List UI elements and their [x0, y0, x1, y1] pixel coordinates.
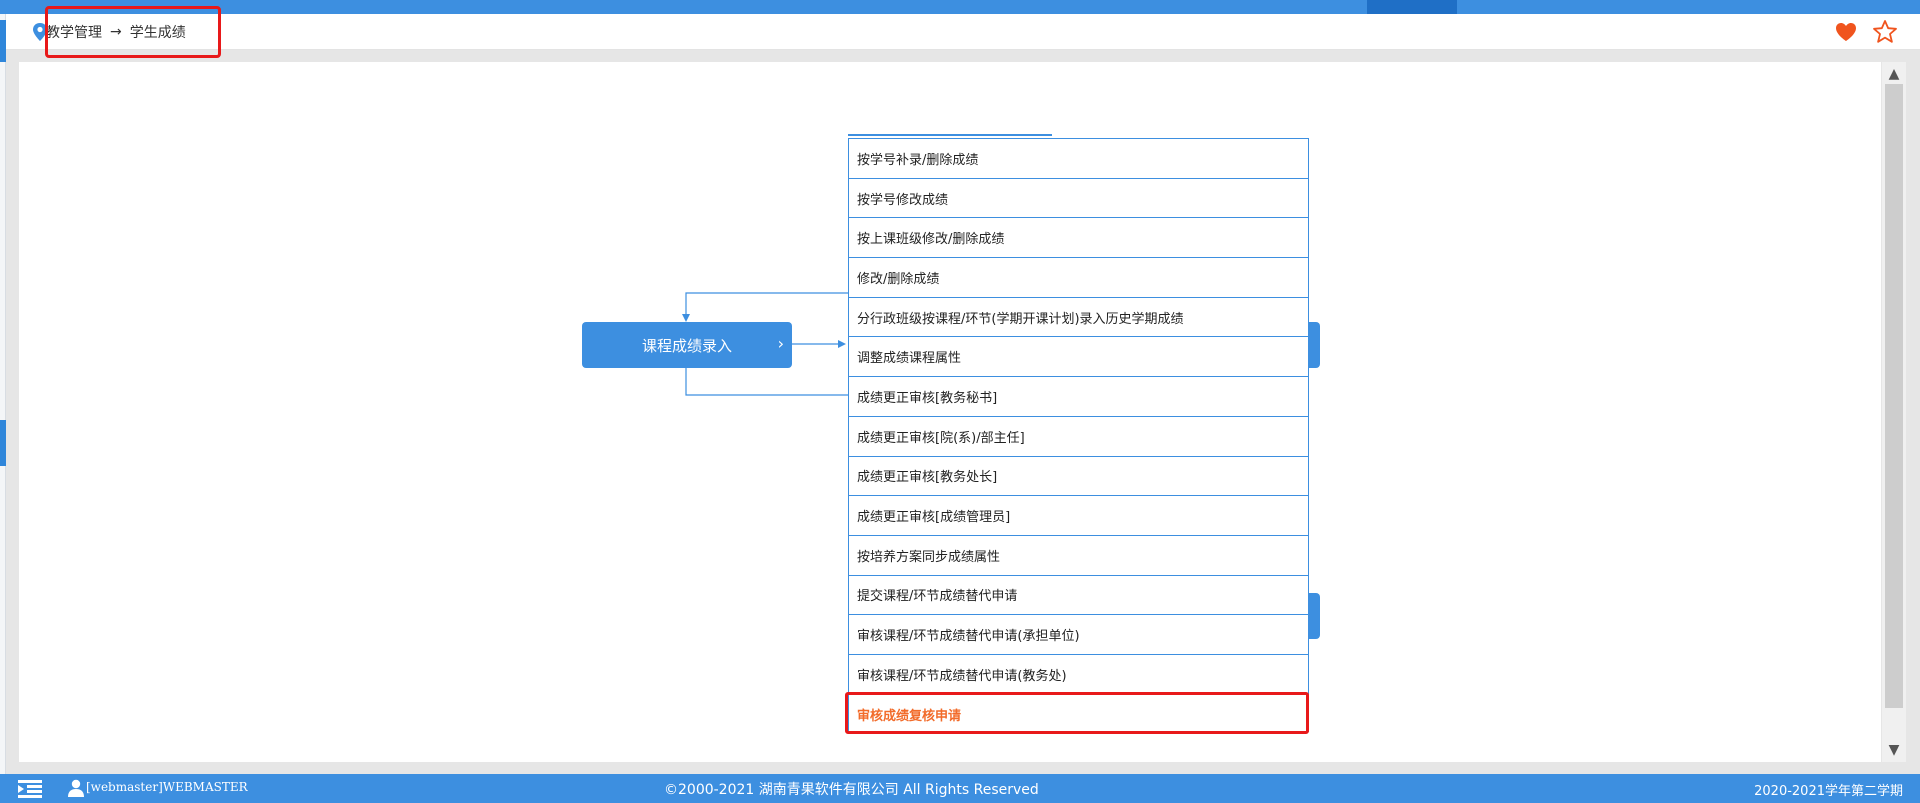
- menu-item[interactable]: 按上课班级修改/删除成绩: [849, 218, 1308, 259]
- menu-item-highlight-box: [845, 692, 1309, 734]
- menu-item[interactable]: 修改/删除成绩: [849, 258, 1308, 298]
- menu-item[interactable]: 成绩更正审核[院(系)/部主任]: [849, 417, 1308, 457]
- footer-username: [webmaster]WEBMASTER: [86, 780, 248, 794]
- main-node-course-grade-entry[interactable]: 课程成绩录入 ›: [582, 322, 792, 368]
- menu-item[interactable]: 按培养方案同步成绩属性: [849, 536, 1308, 576]
- footer-term: 2020-2021学年第二学期: [1754, 784, 1903, 799]
- menu-item[interactable]: 审核课程/环节成绩替代申请(教务处): [849, 655, 1308, 695]
- user-icon: [68, 779, 84, 797]
- menu-item[interactable]: 成绩更正审核[教务处长]: [849, 457, 1308, 497]
- side-node[interactable]: [1308, 322, 1320, 368]
- menu-item[interactable]: 成绩更正审核[教务秘书]: [849, 377, 1308, 417]
- chevron-right-icon: ›: [777, 334, 784, 353]
- footer-bar: [webmaster]WEBMASTER ©2000-2021 湖南青果软件有限…: [0, 774, 1920, 803]
- menu-top-edge: [848, 134, 1052, 136]
- flow-diagram: 课程成绩录入 › 按学号补录/删除成绩 按学号修改成绩 按上课班级修改/删除成绩 修改…: [0, 0, 1920, 803]
- main-node-label: 课程成绩录入: [641, 336, 732, 355]
- menu-item[interactable]: 提交课程/环节成绩替代申请: [849, 576, 1308, 616]
- menu-item[interactable]: 分行政班级按课程/环节(学期开课计划)录入历史学期成绩: [849, 298, 1308, 338]
- dropdown-menu: 按学号补录/删除成绩 按学号修改成绩 按上课班级修改/删除成绩 修改/删除成绩 分行政班…: [848, 138, 1309, 732]
- side-node[interactable]: [1308, 593, 1320, 639]
- menu-item[interactable]: 审核课程/环节成绩替代申请(承担单位): [849, 615, 1308, 655]
- footer-copyright: ©2000-2021 湖南青果软件有限公司 All Rights Reserve…: [664, 782, 1039, 798]
- menu-toggle-icon[interactable]: [18, 780, 42, 798]
- app-window: 教学管理 → 学生成绩 ▲ ▼ 课程成绩录入 › 按学号补录/删除成绩 按学号修…: [0, 0, 1920, 803]
- menu-item[interactable]: 按学号补录/删除成绩: [849, 139, 1308, 179]
- menu-item[interactable]: 调整成绩课程属性: [849, 337, 1308, 378]
- menu-item[interactable]: 成绩更正审核[成绩管理员]: [849, 496, 1308, 536]
- menu-item[interactable]: 按学号修改成绩: [849, 179, 1308, 219]
